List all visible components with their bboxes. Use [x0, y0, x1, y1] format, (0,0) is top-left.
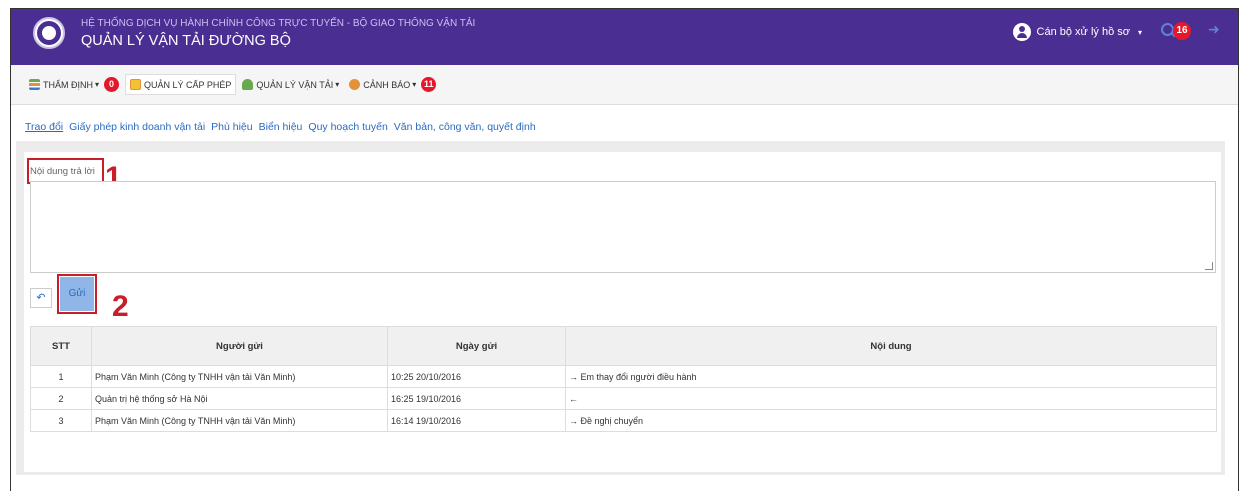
cell-date: 10:25 20/10/2016	[387, 365, 566, 388]
table-row[interactable]: 2 Quản trị hệ thống sở Hà Nội 16:25 19/1…	[30, 387, 1217, 410]
column-header-date: Ngày gửi	[387, 326, 566, 366]
menu-item-canh-bao[interactable]: CẢNH BÁO ▾ 11	[345, 73, 440, 96]
notification-badge[interactable]: 16	[1173, 22, 1191, 40]
warning-icon	[349, 79, 361, 90]
annotation-number-2: 2	[112, 290, 129, 323]
menu-item-quan-ly-van-tai[interactable]: QUẢN LÝ VẬN TẢI ▾	[238, 75, 343, 94]
cell-date: 16:25 19/10/2016	[387, 387, 566, 410]
chevron-down-icon: ▾	[1137, 27, 1142, 37]
highlight-box-2	[57, 274, 97, 314]
tab-trao-doi[interactable]: Trao đổi	[25, 121, 63, 133]
logout-icon[interactable]: ➜	[1208, 22, 1222, 36]
user-menu[interactable]: Cán bộ xử lý hồ sơ ▾	[1012, 23, 1142, 41]
system-title: HỆ THỐNG DỊCH VỤ HÀNH CHÍNH CÔNG TRỰC TU…	[81, 18, 476, 29]
menu-item-tham-dinh[interactable]: THẨM ĐỊNH ▾ 0	[25, 73, 123, 96]
tab-van-ban[interactable]: Văn bản, công văn, quyết định	[394, 121, 536, 133]
table-row[interactable]: 1 Phạm Văn Minh (Công ty TNHH vận tải Vă…	[30, 365, 1217, 388]
cell-stt: 3	[30, 409, 92, 432]
transport-icon	[242, 79, 254, 90]
cell-stt: 1	[30, 365, 92, 388]
resize-handle-icon[interactable]	[1205, 262, 1213, 270]
tab-bien-hieu[interactable]: Biển hiệu	[259, 121, 303, 133]
header: HỆ THỐNG DỊCH VỤ HÀNH CHÍNH CÔNG TRỰC TU…	[11, 9, 1238, 65]
tab-giay-phep[interactable]: Giấy phép kinh doanh vận tải	[69, 121, 205, 133]
undo-button[interactable]: ↶	[30, 288, 52, 308]
list-icon	[29, 79, 40, 90]
table-row[interactable]: 3 Phạm Văn Minh (Công ty TNHH vận tải Vă…	[30, 409, 1217, 432]
menu-item-quan-ly-cap-phep[interactable]: QUẢN LÝ CẤP PHÉP	[125, 74, 237, 95]
cell-content: → Đề nghị chuyển	[565, 409, 1217, 432]
column-header-stt: STT	[30, 326, 92, 366]
cell-stt: 2	[30, 387, 92, 410]
cell-content: → Em thay đổi người điều hành	[565, 365, 1217, 388]
message-table: STT Người gửi Ngày gửi Nội dung 1 Phạm V…	[30, 326, 1217, 432]
tab-quy-hoach-tuyen[interactable]: Quy hoạch tuyến	[308, 121, 387, 133]
main-menu: THẨM ĐỊNH ▾ 0 QUẢN LÝ CẤP PHÉP QUẢN LÝ VẬ…	[11, 65, 1238, 105]
logo	[33, 17, 65, 49]
undo-icon: ↶	[36, 292, 46, 304]
user-label: Cán bộ xử lý hồ sơ	[1036, 26, 1130, 38]
reply-textarea[interactable]	[30, 181, 1216, 273]
tab-phu-hieu[interactable]: Phù hiệu	[211, 121, 252, 133]
table-header-row: STT Người gửi Ngày gửi Nội dung	[30, 326, 1217, 366]
license-icon	[130, 79, 142, 90]
app-title: QUẢN LÝ VẬN TẢI ĐƯỜNG BỘ	[81, 33, 291, 49]
cell-date: 16:14 19/10/2016	[387, 409, 566, 432]
cell-content: ←	[565, 387, 1217, 410]
menu-badge-canh-bao: 11	[421, 77, 437, 92]
column-header-sender: Người gửi	[91, 326, 388, 366]
cell-sender: Quản trị hệ thống sở Hà Nội	[91, 387, 388, 410]
cell-sender: Phạm Văn Minh (Công ty TNHH vận tải Văn …	[91, 409, 388, 432]
cell-sender: Phạm Văn Minh (Công ty TNHH vận tải Văn …	[91, 365, 388, 388]
user-icon	[1012, 23, 1031, 41]
menu-badge-tham-dinh: 0	[104, 77, 120, 92]
column-header-content: Nội dung	[565, 326, 1217, 366]
